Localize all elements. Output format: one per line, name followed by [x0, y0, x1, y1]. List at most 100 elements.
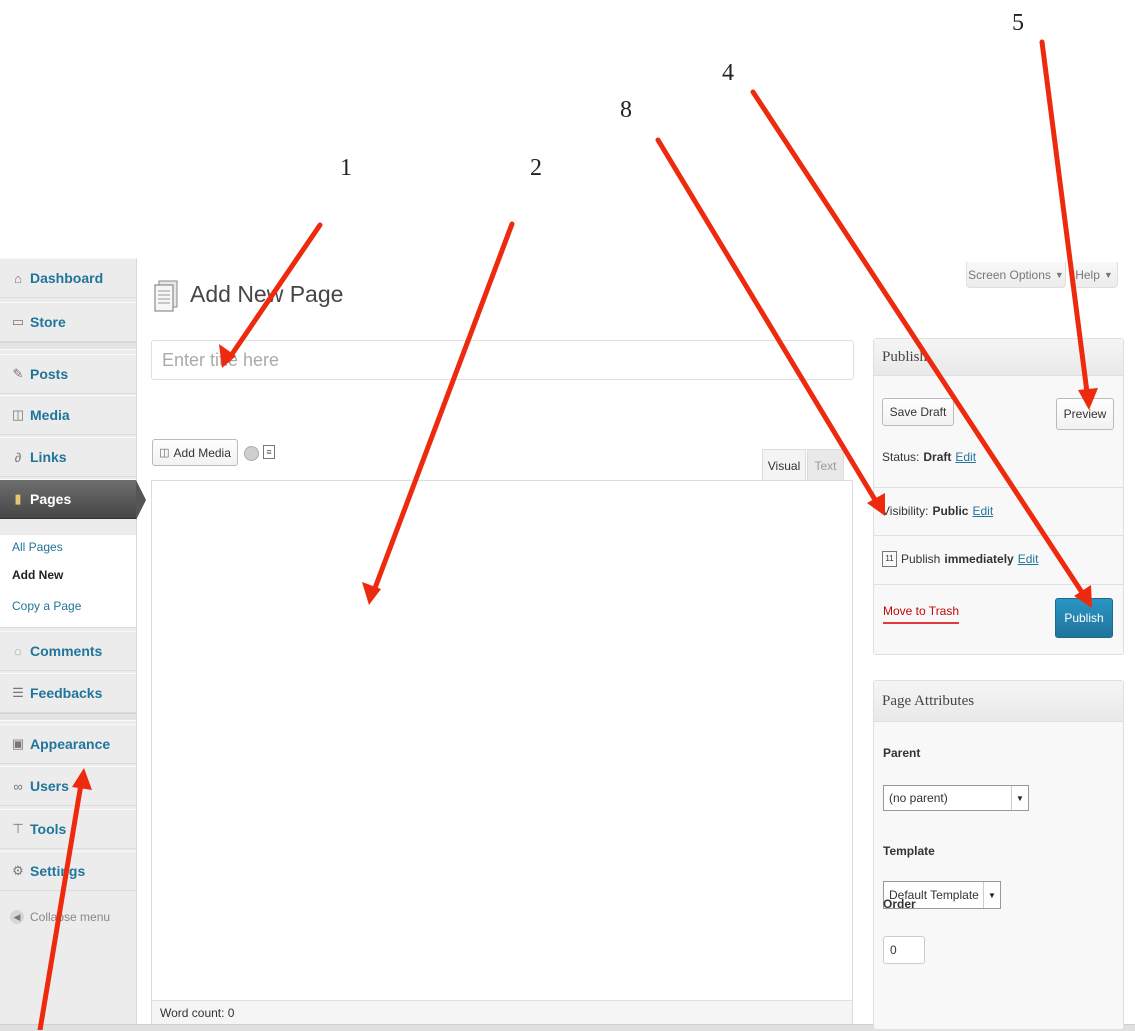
- collapse-arrow-icon: ◀: [10, 910, 24, 924]
- menu-item-settings[interactable]: ⚙ Settings: [0, 851, 136, 891]
- menu-item-label: Settings: [30, 863, 86, 879]
- order-input[interactable]: 0: [883, 936, 925, 964]
- publish-label: Publish: [901, 552, 941, 566]
- menu-item-media[interactable]: ◫ Media: [0, 395, 136, 435]
- menu-item-dashboard[interactable]: ⌂ Dashboard: [0, 258, 136, 298]
- chevron-down-icon: ▼: [1103, 269, 1113, 280]
- visibility-value: Public: [932, 504, 969, 518]
- status-row: Status: Draft Edit: [874, 445, 1123, 469]
- menu-item-pages[interactable]: ▮ Pages: [0, 479, 146, 520]
- settings-icon: ⚙: [12, 863, 24, 878]
- annotation-number-4: 4: [722, 60, 734, 86]
- menu-item-label: Comments: [30, 643, 103, 659]
- parent-label: Parent: [883, 746, 921, 760]
- menu-item-label: Users: [30, 778, 69, 794]
- save-draft-button[interactable]: Save Draft: [882, 398, 954, 426]
- submenu-add-new[interactable]: Add New: [12, 568, 63, 582]
- visibility-row: Visibility: Public Edit: [874, 499, 1123, 523]
- menu-item-label: Appearance: [30, 736, 111, 752]
- content-editor[interactable]: [151, 480, 853, 1024]
- feedback-icon: ☰: [12, 685, 24, 700]
- annotation-number-3: 8: [620, 97, 632, 123]
- publish-value: immediately: [944, 552, 1014, 566]
- help-button[interactable]: Help ▼: [1070, 262, 1118, 288]
- comment-icon: ◌: [14, 643, 22, 659]
- parent-value: (no parent): [889, 791, 948, 805]
- menu-separator: [0, 342, 136, 350]
- publish-box-heading: Publish: [874, 339, 1123, 376]
- chevron-down-icon: ▼: [983, 882, 1000, 908]
- chevron-down-icon: ▼: [1011, 786, 1028, 810]
- pages-icon: ▮: [14, 491, 22, 506]
- submenu-copy-a-page[interactable]: Copy a Page: [12, 599, 81, 613]
- page-attributes-heading: Page Attributes: [874, 681, 1123, 722]
- annotation-number-1: 1: [340, 155, 352, 181]
- cart-icon: ▭: [11, 314, 25, 329]
- tab-visual-label: Visual: [767, 458, 801, 473]
- status-label: Status:: [882, 450, 920, 464]
- menu-item-label: Posts: [30, 366, 69, 382]
- word-count: Word count: 0: [152, 1000, 852, 1024]
- tab-visual[interactable]: Visual: [762, 449, 806, 481]
- order-label: Order: [883, 897, 916, 911]
- poll-icon[interactable]: [244, 446, 259, 461]
- menu-item-label: Tools: [30, 821, 67, 837]
- tools-icon: ⊤: [12, 821, 24, 836]
- appearance-icon: ▣: [11, 736, 25, 751]
- parent-select[interactable]: (no parent) ▼: [883, 785, 1029, 811]
- menu-item-label: Links: [30, 449, 67, 465]
- title-input[interactable]: [151, 340, 854, 380]
- menu-item-label: Store: [30, 314, 66, 330]
- form-icon[interactable]: ≡: [263, 445, 275, 459]
- save-draft-label: Save Draft: [889, 405, 947, 419]
- divider: [874, 584, 1123, 585]
- status-edit-link[interactable]: Edit: [955, 450, 976, 464]
- media-icon: ◫: [159, 447, 170, 459]
- screen-options-label: Screen Options: [968, 267, 1051, 282]
- screen-options-button[interactable]: Screen Options ▼: [966, 262, 1066, 288]
- publish-button-label: Publish: [1064, 611, 1104, 625]
- menu-item-feedbacks[interactable]: ☰ Feedbacks: [0, 673, 136, 713]
- submenu-all-pages[interactable]: All Pages: [12, 540, 63, 554]
- help-label: Help: [1075, 267, 1100, 282]
- page-title-icon: [154, 280, 178, 312]
- menu-separator: [0, 713, 136, 721]
- divider: [874, 487, 1123, 488]
- menu-item-users[interactable]: ∞ Users: [0, 766, 136, 806]
- collapse-menu-label: Collapse menu: [30, 910, 111, 924]
- menu-item-label: Media: [30, 407, 70, 423]
- pages-submenu: All Pages Add New Copy a Page: [0, 535, 136, 628]
- visibility-label: Visibility:: [882, 504, 929, 518]
- schedule-row: 11 Publish immediately Edit: [874, 546, 1123, 572]
- page-title: Add New Page: [190, 281, 344, 307]
- collapse-menu[interactable]: ◀ Collapse menu: [10, 910, 110, 924]
- menu-item-tools[interactable]: ⊤ Tools: [0, 809, 136, 849]
- visibility-edit-link[interactable]: Edit: [972, 504, 993, 518]
- house-icon: ⌂: [14, 270, 22, 286]
- menu-item-appearance[interactable]: ▣ Appearance: [0, 724, 136, 764]
- link-icon: ∂: [14, 449, 22, 465]
- preview-button[interactable]: Preview: [1056, 398, 1114, 430]
- annotation-number-2: 2: [530, 155, 542, 181]
- menu-item-posts[interactable]: ✎ Posts: [0, 354, 136, 394]
- calendar-icon: 11: [882, 551, 897, 567]
- schedule-edit-link[interactable]: Edit: [1018, 552, 1039, 566]
- pin-icon: ✎: [12, 366, 24, 381]
- add-media-button[interactable]: ◫ Add Media: [152, 439, 238, 466]
- menu-item-label: Feedbacks: [30, 685, 103, 701]
- menu-item-store[interactable]: ▭ Store: [0, 302, 136, 342]
- preview-label: Preview: [1063, 407, 1107, 421]
- menu-item-label: Pages: [30, 491, 72, 507]
- tab-text[interactable]: Text: [807, 449, 844, 481]
- menu-item-comments[interactable]: ◌ Comments: [0, 631, 136, 671]
- chevron-down-icon: ▼: [1054, 269, 1064, 280]
- move-to-trash-link[interactable]: Move to Trash: [883, 604, 960, 624]
- tab-text-label: Text: [814, 458, 837, 473]
- menu-item-links[interactable]: ∂ Links: [0, 437, 136, 477]
- status-value: Draft: [923, 450, 952, 464]
- publish-button[interactable]: Publish: [1055, 598, 1113, 638]
- add-media-label: Add Media: [173, 445, 231, 460]
- menu-item-label: Dashboard: [30, 270, 104, 286]
- divider: [874, 535, 1123, 536]
- template-label: Template: [883, 844, 935, 858]
